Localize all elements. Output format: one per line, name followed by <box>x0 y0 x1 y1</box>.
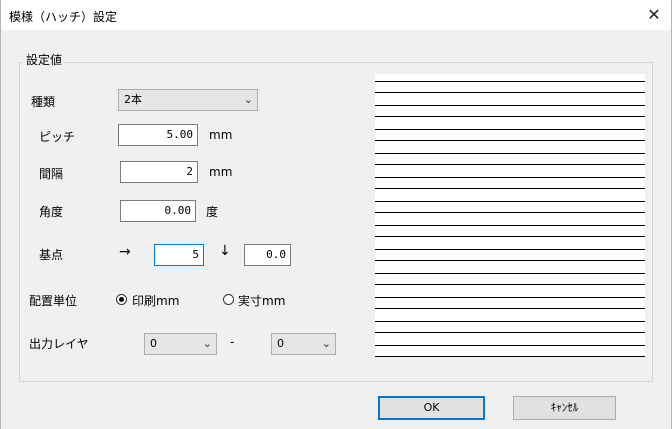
arrow-down-icon: ↓ <box>219 243 231 259</box>
angle-unit: 度 <box>206 205 219 219</box>
hatch-line <box>375 188 645 189</box>
base-y-input[interactable]: 0.0 <box>244 244 291 266</box>
arrow-right-icon: → <box>119 244 131 260</box>
layer-separator: - <box>230 335 235 349</box>
radio-print-mm[interactable] <box>116 294 127 305</box>
layer-to-value: 0 <box>277 337 284 350</box>
hatch-line <box>375 140 645 141</box>
kind-select[interactable]: 2本 ⌄ <box>118 89 258 111</box>
hatch-line <box>375 332 645 333</box>
angle-label: 角度 <box>39 205 64 219</box>
kind-label: 種類 <box>31 95 56 109</box>
hatch-line <box>375 225 645 226</box>
radio-print-mm-label[interactable]: 印刷mm <box>132 292 179 309</box>
gap-label: 間隔 <box>39 167 64 181</box>
hatch-preview <box>375 74 645 357</box>
angle-input[interactable]: 0.00 <box>120 200 196 222</box>
layer-to-select[interactable]: 0 ⌄ <box>271 333 336 355</box>
hatch-line <box>375 236 645 237</box>
hatch-line <box>375 260 645 261</box>
dialog-title: 模様（ハッチ）設定 <box>9 10 118 24</box>
chevron-down-icon: ⌄ <box>321 337 331 350</box>
placement-label: 配置単位 <box>29 294 78 308</box>
hatch-settings-dialog: 模様（ハッチ）設定 ✕ 設定値 種類 2本 ⌄ ピッチ 5.00 mm 間隔 2… <box>0 0 672 429</box>
settings-group-label: 設定値 <box>23 51 66 68</box>
chevron-down-icon: ⌄ <box>202 337 212 350</box>
hatch-line <box>375 284 645 285</box>
hatch-line <box>375 345 645 346</box>
pitch-input[interactable]: 5.00 <box>118 124 198 146</box>
layer-from-select[interactable]: 0 ⌄ <box>144 333 217 355</box>
hatch-line <box>375 177 645 178</box>
hatch-line <box>375 297 645 298</box>
layer-from-value: 0 <box>150 337 157 350</box>
radio-real-mm[interactable] <box>223 294 234 305</box>
hatch-line <box>375 153 645 154</box>
hatch-line <box>375 273 645 274</box>
gap-unit: mm <box>209 165 233 179</box>
kind-value: 2本 <box>124 93 142 106</box>
gap-input[interactable]: 2 <box>120 161 198 183</box>
hatch-line <box>375 249 645 250</box>
close-icon[interactable]: ✕ <box>643 4 665 26</box>
hatch-line <box>375 116 645 117</box>
hatch-line <box>375 356 645 357</box>
hatch-line <box>375 201 645 202</box>
hatch-line <box>375 212 645 213</box>
hatch-line <box>375 81 645 82</box>
hatch-line <box>375 321 645 322</box>
hatch-line <box>375 105 645 106</box>
chevron-down-icon: ⌄ <box>243 93 253 106</box>
title-bar: 模様（ハッチ）設定 ✕ <box>1 0 671 30</box>
base-label: 基点 <box>39 248 64 262</box>
cancel-button[interactable]: ｷｬﾝｾﾙ <box>513 396 616 420</box>
ok-button[interactable]: OK <box>378 396 485 420</box>
radio-real-mm-label[interactable]: 実寸mm <box>238 292 285 309</box>
hatch-line <box>375 92 645 93</box>
hatch-line <box>375 164 645 165</box>
layer-label: 出力レイヤ <box>29 337 89 351</box>
pitch-unit: mm <box>209 128 233 142</box>
pitch-label: ピッチ <box>39 130 76 144</box>
hatch-line <box>375 129 645 130</box>
hatch-line <box>375 308 645 309</box>
base-x-input[interactable]: 5 <box>154 244 204 266</box>
